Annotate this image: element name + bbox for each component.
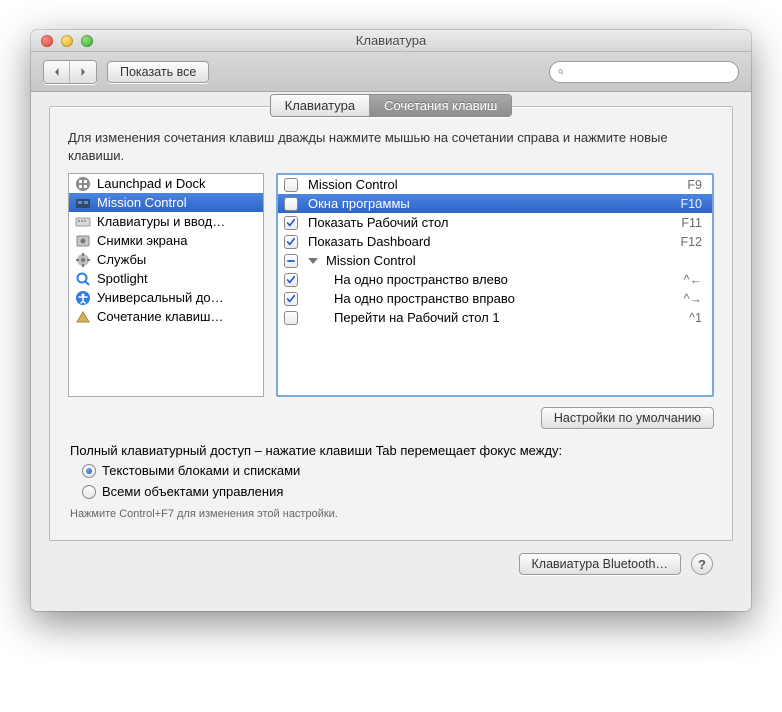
shortcut-list[interactable]: Mission Control F9 Окна программы F10 Показа… [276, 173, 714, 397]
shortcut-label: Mission Control [326, 253, 696, 268]
category-row[interactable]: Клавиатуры и ввод… [69, 212, 263, 231]
shortcut-label: Показать Рабочий стол [308, 215, 675, 230]
disclosure-triangle-icon[interactable] [308, 258, 318, 264]
footer: Клавиатура Bluetooth… ? [49, 541, 733, 593]
radio-label: Текстовыми блоками и списками [102, 463, 300, 478]
radio-label: Всеми объектами управления [102, 484, 283, 499]
shortcut-key[interactable]: ^1 [689, 311, 706, 325]
shortcut-checkbox[interactable] [284, 216, 298, 230]
shortcut-label: На одно пространство вправо [334, 291, 678, 306]
shortcut-checkbox[interactable] [284, 292, 298, 306]
shortcut-checkbox[interactable] [284, 254, 298, 268]
keyboard-icon [75, 214, 91, 230]
category-row[interactable]: Универсальный до… [69, 288, 263, 307]
tab-shortcuts[interactable]: Сочетания клавиш [370, 95, 511, 116]
launchpad-icon [75, 176, 91, 192]
hint-text: Нажмите Control+F7 для изменения этой на… [50, 502, 732, 524]
content-area: Клавиатура Сочетания клавиш Для изменени… [31, 106, 751, 611]
category-label: Сочетание клавиш… [97, 309, 223, 324]
tab-bar: Клавиатура Сочетания клавиш [50, 94, 732, 117]
appshortcuts-icon [75, 309, 91, 325]
shortcut-checkbox[interactable] [284, 311, 298, 325]
category-label: Универсальный до… [97, 290, 224, 305]
window-title: Клавиатура [31, 33, 751, 48]
back-button[interactable] [44, 61, 70, 83]
shortcut-row[interactable]: Перейти на Рабочий стол 1 ^1 [278, 308, 712, 327]
category-row[interactable]: Службы [69, 250, 263, 269]
shortcut-row[interactable]: Mission Control F9 [278, 175, 712, 194]
shortcut-row[interactable]: Показать Dashboard F12 [278, 232, 712, 251]
shortcut-key[interactable]: F11 [681, 216, 706, 230]
forward-button[interactable] [70, 61, 96, 83]
category-label: Launchpad и Dock [97, 176, 205, 191]
category-row[interactable]: Launchpad и Dock [69, 174, 263, 193]
shortcut-label: Mission Control [308, 177, 681, 192]
close-button[interactable] [41, 35, 53, 47]
nav-segmented [43, 60, 97, 84]
panes: Launchpad и Dock Mission Control Клавиатур… [50, 173, 732, 397]
radio-icon [82, 485, 96, 499]
search-field[interactable] [549, 61, 739, 83]
shortcut-row[interactable]: На одно пространство влево ^← [278, 270, 712, 289]
category-label: Spotlight [97, 271, 148, 286]
tab-keyboard[interactable]: Клавиатура [271, 95, 370, 116]
shortcut-key[interactable]: F10 [680, 197, 706, 211]
search-icon [558, 66, 564, 78]
shortcut-label: Окна программы [308, 196, 674, 211]
bluetooth-keyboard-button[interactable]: Клавиатура Bluetooth… [519, 553, 682, 575]
radio-text-lists[interactable]: Текстовыми блоками и списками [50, 460, 732, 481]
category-label: Службы [97, 252, 146, 267]
category-row[interactable]: Снимки экрана [69, 231, 263, 250]
category-label: Клавиатуры и ввод… [97, 214, 225, 229]
shortcut-key[interactable]: ^→ [684, 292, 706, 306]
shortcut-row[interactable]: На одно пространство вправо ^→ [278, 289, 712, 308]
toolbar: Показать все [31, 52, 751, 92]
traffic-lights [41, 35, 93, 47]
shortcut-row[interactable]: Mission Control [278, 251, 712, 270]
category-label: Mission Control [97, 195, 187, 210]
category-row[interactable]: Сочетание клавиш… [69, 307, 263, 326]
shortcut-label: На одно пространство влево [334, 272, 678, 287]
accessibility-icon [75, 290, 91, 306]
shortcut-checkbox[interactable] [284, 273, 298, 287]
shortcut-row[interactable]: Окна программы F10 [278, 194, 712, 213]
spotlight-icon [75, 271, 91, 287]
chevron-left-icon [52, 67, 62, 77]
mission-icon [75, 195, 91, 211]
shortcut-key[interactable]: F9 [687, 178, 706, 192]
restore-defaults-button[interactable]: Настройки по умолчанию [541, 407, 714, 429]
shortcut-checkbox[interactable] [284, 178, 298, 192]
titlebar: Клавиатура [31, 30, 751, 52]
radio-icon [82, 464, 96, 478]
full-keyboard-access-label: Полный клавиатурный доступ – нажатие кла… [50, 429, 732, 460]
screenshot-icon [75, 233, 91, 249]
shortcut-row[interactable]: Показать Рабочий стол F11 [278, 213, 712, 232]
minimize-button[interactable] [61, 35, 73, 47]
category-label: Снимки экрана [97, 233, 188, 248]
shortcut-label: Перейти на Рабочий стол 1 [334, 310, 683, 325]
shortcut-checkbox[interactable] [284, 235, 298, 249]
chevron-right-icon [78, 67, 88, 77]
radio-all-controls[interactable]: Всеми объектами управления [50, 481, 732, 502]
tab-group: Клавиатура Сочетания клавиш [270, 94, 513, 117]
preferences-window: Клавиатура Показать все Клавиатура Сочет… [31, 30, 751, 611]
shortcuts-well: Клавиатура Сочетания клавиш Для изменени… [49, 106, 733, 541]
shortcut-label: Показать Dashboard [308, 234, 674, 249]
shortcut-key[interactable]: ^← [684, 273, 706, 287]
search-input[interactable] [569, 65, 730, 79]
category-row[interactable]: Mission Control [69, 193, 263, 212]
help-button[interactable]: ? [691, 553, 713, 575]
shortcut-checkbox[interactable] [284, 197, 298, 211]
category-list[interactable]: Launchpad и Dock Mission Control Клавиатур… [68, 173, 264, 397]
services-icon [75, 252, 91, 268]
zoom-button[interactable] [81, 35, 93, 47]
instruction-text: Для изменения сочетания клавиш дважды на… [50, 125, 732, 173]
show-all-button[interactable]: Показать все [107, 61, 209, 83]
shortcut-key[interactable]: F12 [680, 235, 706, 249]
category-row[interactable]: Spotlight [69, 269, 263, 288]
